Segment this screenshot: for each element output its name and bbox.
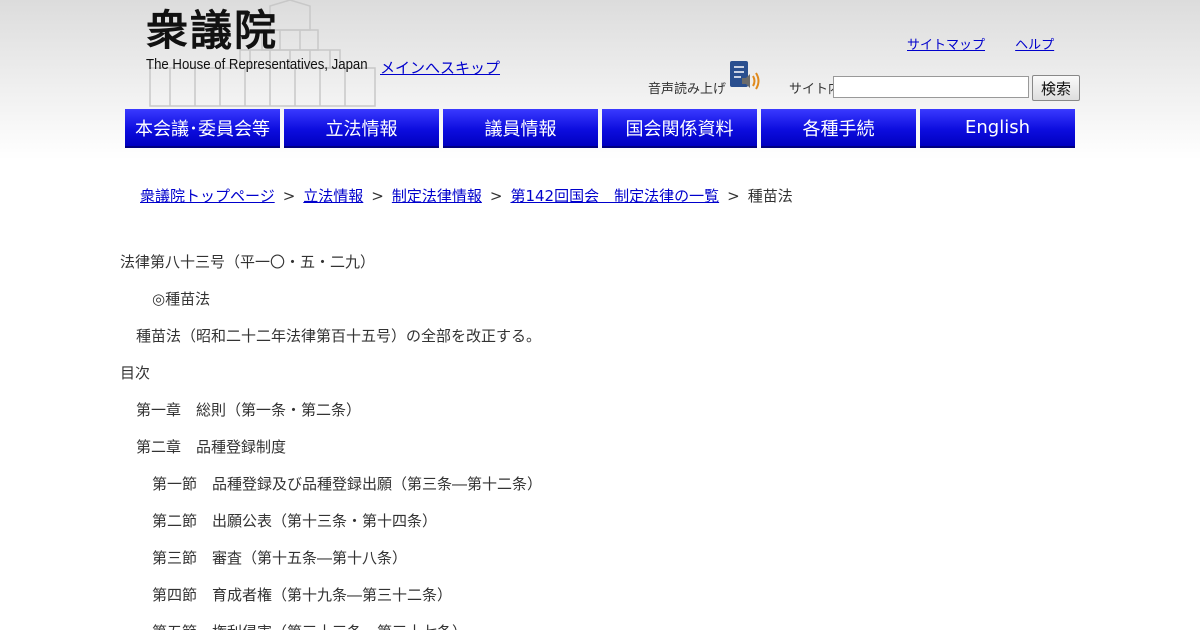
- skip-to-main-link[interactable]: メインへスキップ: [380, 57, 500, 78]
- breadcrumb-separator: >: [371, 187, 384, 205]
- utility-links: サイトマップ ヘルプ: [907, 34, 1080, 53]
- nav-members[interactable]: 議員情報: [443, 109, 598, 148]
- law-title: ◎種苗法: [152, 290, 211, 308]
- breadcrumb-separator: >: [727, 187, 740, 205]
- site-search-label: サイト内: [789, 82, 833, 97]
- logo-jp: 衆議院: [146, 6, 279, 55]
- breadcrumb-home[interactable]: 衆議院トップページ: [140, 187, 275, 205]
- toc-item: 第三節 審査（第十五条―第十八条）: [152, 549, 408, 567]
- breadcrumb-current: 種苗法: [747, 187, 793, 205]
- nav-legislation[interactable]: 立法情報: [284, 109, 439, 148]
- law-content: 法律第八十三号（平一〇・五・二九） ◎種苗法 種苗法（昭和二十二年法律第百十五号…: [120, 252, 1080, 630]
- toc-item: 第一章 総則（第一条・第二条）: [136, 401, 362, 419]
- nav-plenary-committees[interactable]: 本会議･委員会等: [125, 109, 280, 148]
- toc-item: 第一節 品種登録及び品種登録出願（第三条―第十二条）: [152, 475, 543, 493]
- toc-item: 第二章 品種登録制度: [136, 438, 287, 456]
- page: 衆議院 The House of Representatives, Japan …: [0, 0, 1200, 630]
- help-link[interactable]: ヘルプ: [1015, 38, 1054, 53]
- global-nav: 本会議･委員会等 立法情報 議員情報 国会関係資料 各種手続 English: [125, 109, 1075, 148]
- law-number: 法律第八十三号（平一〇・五・二九）: [120, 253, 376, 271]
- logo-en: The House of Representatives, Japan: [146, 56, 368, 73]
- breadcrumb-enacted-laws[interactable]: 制定法律情報: [392, 187, 482, 205]
- breadcrumb-separator: >: [489, 187, 503, 205]
- breadcrumb-separator: >: [282, 187, 296, 205]
- sitemap-link[interactable]: サイトマップ: [907, 38, 985, 53]
- search-button[interactable]: 検索: [1032, 75, 1080, 101]
- breadcrumb-session-list[interactable]: 第142回国会 制定法律の一覧: [510, 187, 719, 205]
- nav-procedures[interactable]: 各種手続: [761, 109, 916, 148]
- nav-diet-materials[interactable]: 国会関係資料: [602, 109, 757, 148]
- site-search-input[interactable]: [833, 76, 1029, 98]
- breadcrumb: 衆議院トップページ > 立法情報 > 制定法律情報 > 第142回国会 制定法律の一覧 > 種苗…: [140, 185, 793, 206]
- toc-item: 第五節 権利侵害（第三十三条―第三十七条）: [120, 622, 1080, 630]
- breadcrumb-legislation[interactable]: 立法情報: [303, 187, 363, 205]
- law-preamble: 種苗法（昭和二十二年法律第百十五号）の全部を改正する。: [136, 327, 542, 345]
- nav-english[interactable]: English: [920, 109, 1075, 148]
- toc-item: 第四節 育成者権（第十九条―第三十二条）: [152, 586, 453, 604]
- audio-readout-label: 音声読み上げ: [648, 82, 727, 97]
- toc-item: 第二節 出願公表（第十三条・第十四条）: [152, 512, 438, 530]
- toc-heading: 目次: [120, 364, 151, 382]
- speaker-document-icon[interactable]: [728, 60, 762, 92]
